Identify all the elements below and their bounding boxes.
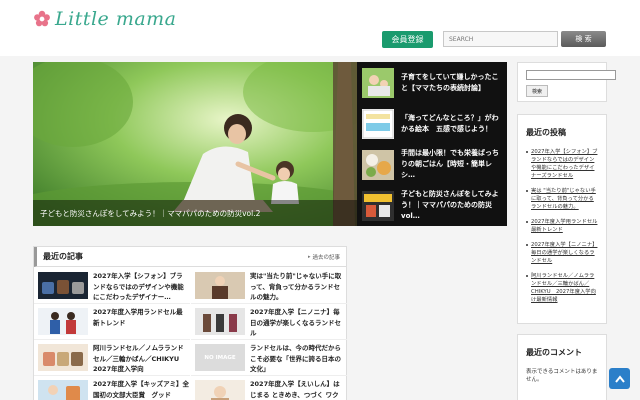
recent-posts-header: 最近の記事 ▸ 過去の記事 — [34, 247, 346, 267]
post-thumb — [38, 308, 88, 335]
sidebar-search-widget: 検索 — [517, 62, 616, 102]
back-to-top-button[interactable] — [609, 368, 630, 389]
post-thumb — [195, 272, 245, 299]
list-item[interactable]: 2027年度入学【キッズアミ】全国初の文部大臣賞 グッド — [34, 376, 190, 400]
search-button[interactable]: 検 索 — [561, 31, 606, 47]
sidebar-search-button[interactable]: 検索 — [526, 85, 548, 97]
slide-list: 子育てをしていて嫌しかったこと【ママたちの表続討論】 「海ってどんなところ？」が… — [357, 62, 507, 226]
slide-thumb — [362, 108, 394, 139]
sidebar-posts-title: 最近の投稿 — [526, 128, 566, 137]
hero-slide[interactable]: 子どもと防災さんぽをしてみよう！｜ママパパのための防災vol.2 — [33, 62, 357, 226]
post-title: 2027年度入学【ニノニナ】毎日の通学が楽しくなるランドセル — [250, 308, 341, 337]
post-thumb — [38, 272, 88, 299]
slide-title: 子育てをしていて嫌しかったこと【ママたちの表続討論】 — [401, 72, 499, 92]
sidebar-post-link[interactable]: 2027年度入学用ランドセル最新トレンド — [526, 218, 598, 234]
slide-title: 「海ってどんなところ？」がわかる絵本 五感で感じよう！ — [401, 113, 499, 133]
featured-slider: 子どもと防災さんぽをしてみよう！｜ママパパのための防災vol.2 子育てをしてい… — [33, 62, 507, 226]
site-logo[interactable]: Little mama — [33, 7, 177, 31]
list-item[interactable]: 2027年度入学【ニノニナ】毎日の通学が楽しくなるランドセル — [191, 304, 347, 340]
post-title: 2027年度入学用ランドセル最新トレンド — [93, 308, 183, 327]
slide-thumb — [362, 190, 394, 221]
hero-caption: 子どもと防災さんぽをしてみよう！｜ママパパのための防災vol.2 — [33, 200, 357, 226]
post-title: 2027年入学【シフォン】ブランドならではのデザインや機能にこだわったデザイナー… — [93, 272, 184, 301]
post-thumb — [195, 308, 245, 335]
logo-text: Little mama — [55, 8, 177, 30]
post-title: 阿川ランドセル／ノムラランドセル／三輪かばん／CHIKYU 2027年度入学向 — [93, 344, 186, 373]
search-input[interactable]: SEARCH — [443, 31, 558, 47]
register-button[interactable]: 会員登録 — [382, 31, 433, 48]
list-item[interactable]: 実は"当たり前"じゃない手に取って、背負って分かるランドセルの魅力。 — [191, 268, 347, 304]
post-title: 実は"当たり前"じゃない手に取って、背負って分かるランドセルの魅力。 — [250, 272, 342, 301]
post-title: 2027年度入学【キッズアミ】全国初の文部大臣賞 グッド — [93, 380, 189, 399]
past-posts-label: 過去の記事 — [312, 254, 340, 261]
recent-posts-title: 最近の記事 — [43, 252, 83, 261]
sidebar-comments-empty: 表示できるコメントはありません。 — [526, 369, 598, 383]
site-header: Little mama 会員登録 SEARCH 検 索 — [0, 0, 640, 56]
list-item[interactable]: 2027年度入学【えいしん】はじまる ときめき、つづく ワク — [191, 376, 347, 400]
list-item[interactable]: 2027年入学【シフォン】ブランドならではのデザインや機能にこだわったデザイナー… — [34, 268, 190, 304]
past-posts-link[interactable]: ▸ 過去の記事 — [308, 253, 340, 261]
sidebar-search-input[interactable] — [526, 70, 616, 80]
sidebar-post-link[interactable]: 実は "当たり前"じゃない手に取って、背負って分かるランドセルの魅力。 — [526, 187, 598, 211]
list-item[interactable]: 2027年度入学用ランドセル最新トレンド — [34, 304, 190, 340]
slide-item[interactable]: 子育てをしていて嫌しかったこと【ママたちの表続討論】 — [357, 62, 507, 103]
no-image-label: NO IMAGE — [204, 354, 236, 361]
sidebar-recent-comments: 最近のコメント 表示できるコメントはありません。 — [517, 334, 607, 400]
search-button-label: 検 索 — [575, 35, 592, 43]
recent-posts-section: 最近の記事 ▸ 過去の記事 2027年入学【シフォン】ブランドならではのデザイン… — [33, 246, 347, 400]
slide-title: 子どもと防災さんぽをしてみよう！｜ママパパのための防災vol… — [401, 190, 499, 220]
list-item[interactable]: 阿川ランドセル／ノムラランドセル／三輪かばん／CHIKYU 2027年度入学向 — [34, 340, 190, 376]
chevron-up-icon — [614, 374, 625, 383]
sidebar-recent-posts: 最近の投稿 2027年入学【シフォン】ブランドならではのデザインや機能にこだわっ… — [517, 114, 607, 324]
sidebar-post-link[interactable]: 2027年度入学【ニノニナ】毎日の通学が楽しくなるランドセル — [526, 241, 598, 265]
slide-title: 手間は最小限！でも栄養ばっちりの朝ごはん【時短・簡単レシ… — [401, 149, 499, 179]
slide-item[interactable]: 手間は最小限！でも栄養ばっちりの朝ごはん【時短・簡単レシ… — [357, 144, 507, 185]
post-thumb — [38, 344, 88, 371]
sidebar-post-link[interactable]: 2027年入学【シフォン】ブランドならではのデザインや機能にこだわったデザイナー… — [526, 148, 598, 180]
slide-thumb — [362, 67, 394, 98]
sidebar-post-link[interactable]: 阿川ランドセル／ノムラランドセル／三輪かばん／CHIKYU 2027年度入学向け… — [526, 272, 598, 304]
chevron-right-icon: ▸ — [307, 253, 311, 260]
list-item[interactable]: NO IMAGE ランドセルは、今の時代だからこそ必要な「世界に誇る日本の文化」 — [191, 340, 347, 376]
slide-item[interactable]: 子どもと防災さんぽをしてみよう！｜ママパパのための防災vol… — [357, 185, 507, 226]
post-thumb — [38, 380, 88, 400]
post-title: 2027年度入学【えいしん】はじまる ときめき、つづく ワク — [250, 380, 340, 399]
flower-logo-icon — [34, 10, 50, 27]
post-thumb — [195, 380, 245, 400]
sidebar-comments-title: 最近のコメント — [526, 348, 582, 357]
post-title: ランドセルは、今の時代だからこそ必要な「世界に誇る日本の文化」 — [250, 344, 341, 373]
slide-thumb — [362, 149, 394, 180]
sidebar-posts-list: 2027年入学【シフォン】ブランドならではのデザインや機能にこだわったデザイナー… — [526, 148, 598, 304]
slide-item[interactable]: 「海ってどんなところ？」がわかる絵本 五感で感じよう！ — [357, 103, 507, 144]
